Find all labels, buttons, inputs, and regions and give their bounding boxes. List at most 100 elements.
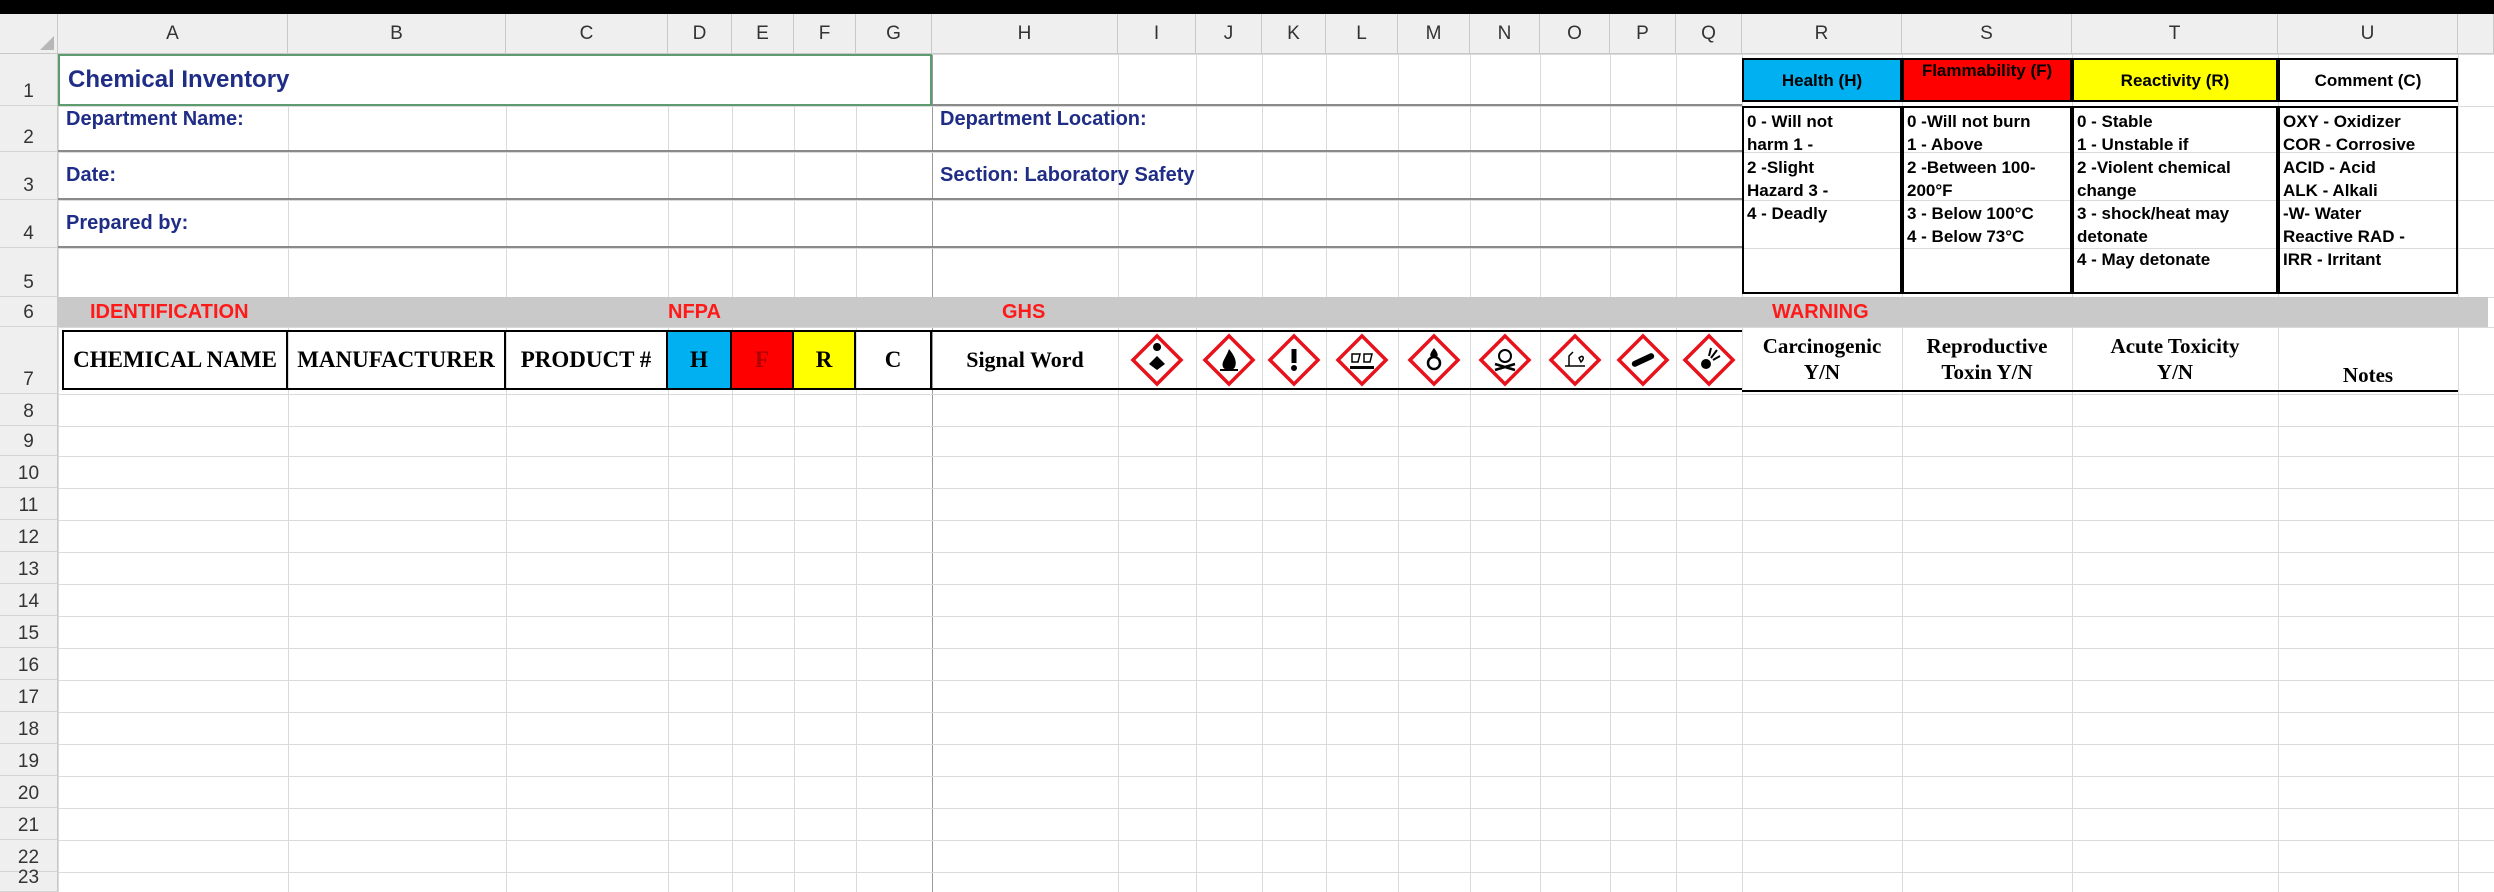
row-header-2[interactable]: 2: [0, 106, 58, 152]
row-header-16[interactable]: 16: [0, 648, 58, 680]
header-carcinogenic[interactable]: Carcinogenic Y/N: [1742, 328, 1902, 392]
section-label[interactable]: Section: Laboratory Safety: [932, 152, 1742, 200]
column-header-14[interactable]: N: [1470, 14, 1540, 54]
column-header-9[interactable]: I: [1118, 14, 1196, 54]
row-header-12[interactable]: 12: [0, 520, 58, 552]
ghs-pictogram-cell[interactable]: [1470, 330, 1540, 390]
section-identification[interactable]: IDENTIFICATION: [90, 297, 390, 327]
section-warning[interactable]: WARNING: [1772, 297, 1922, 327]
header-notes[interactable]: Notes: [2278, 328, 2458, 392]
column-header-17[interactable]: Q: [1676, 14, 1742, 54]
column-header-tail: [2458, 14, 2494, 54]
legend-reactivity-title[interactable]: Reactivity (R): [2072, 58, 2278, 102]
legend-comment-box[interactable]: OXY - Oxidizer COR - Corrosive ACID - Acid…: [2278, 106, 2458, 294]
row-header-21[interactable]: 21: [0, 808, 58, 840]
department-name-label[interactable]: Department Name:: [58, 106, 932, 152]
column-header-11[interactable]: K: [1262, 14, 1326, 54]
legend-health-title[interactable]: Health (H): [1742, 58, 1902, 102]
row-header-3[interactable]: 3: [0, 152, 58, 200]
ghs-pictogram-cell[interactable]: [1398, 330, 1470, 390]
row-header-4[interactable]: 4: [0, 200, 58, 248]
column-header-10[interactable]: J: [1196, 14, 1262, 54]
column-header-12[interactable]: L: [1326, 14, 1398, 54]
column-header-19[interactable]: S: [1902, 14, 2072, 54]
column-header-2[interactable]: B: [288, 14, 506, 54]
column-header-16[interactable]: P: [1610, 14, 1676, 54]
prepared-by-label[interactable]: Prepared by:: [58, 200, 932, 248]
column-header-5[interactable]: E: [732, 14, 794, 54]
carcinogenic-line2: Y/N: [1803, 360, 1841, 384]
row-header-8[interactable]: 8: [0, 394, 58, 426]
row-header-6[interactable]: 6: [0, 297, 58, 327]
legend-flammability-box[interactable]: 0 -Will not burn 1 - Above 2 -Between 100-…: [1902, 106, 2072, 294]
legend-line: Reactive RAD -: [2283, 227, 2405, 246]
column-header-3[interactable]: C: [506, 14, 668, 54]
ghs-pictogram-cell[interactable]: [1326, 330, 1398, 390]
section-nfpa[interactable]: NFPA: [668, 297, 768, 327]
header-nfpa-f[interactable]: F: [732, 330, 794, 390]
header-product-number[interactable]: PRODUCT #: [506, 330, 668, 390]
sheet-title[interactable]: Chemical Inventory: [58, 54, 932, 106]
row-header-17[interactable]: 17: [0, 680, 58, 712]
row-header-9[interactable]: 9: [0, 426, 58, 456]
header-acute-toxicity[interactable]: Acute Toxicity Y/N: [2072, 328, 2278, 392]
select-all-corner[interactable]: [0, 14, 58, 54]
row-header-19[interactable]: 19: [0, 744, 58, 776]
legend-health-box[interactable]: 0 - Will not harm 1 - 2 -Slight Hazard 3 - 4…: [1742, 106, 1902, 294]
column-header-4[interactable]: D: [668, 14, 732, 54]
row-header-11[interactable]: 11: [0, 488, 58, 520]
legend-line: 0 - Will not: [1747, 112, 1833, 131]
row-header-20[interactable]: 20: [0, 776, 58, 808]
ghs-pictogram-cell[interactable]: [1610, 330, 1676, 390]
row-header-18[interactable]: 18: [0, 712, 58, 744]
header-nfpa-r[interactable]: R: [794, 330, 856, 390]
column-header-21[interactable]: U: [2278, 14, 2458, 54]
row-header-5[interactable]: 5: [0, 248, 58, 297]
acute-line1: Acute Toxicity: [2110, 334, 2240, 358]
ghs-pictogram-cell[interactable]: [1196, 330, 1262, 390]
legend-line: detonate: [2077, 227, 2148, 246]
row-header-14[interactable]: 14: [0, 584, 58, 616]
row-header-1[interactable]: 1: [0, 54, 58, 106]
department-location-label[interactable]: Department Location:: [932, 106, 1742, 152]
column-header-1[interactable]: A: [58, 14, 288, 54]
acute-line2: Y/N: [2156, 360, 2194, 384]
column-header-8[interactable]: H: [932, 14, 1118, 54]
header-nfpa-h[interactable]: H: [668, 330, 732, 390]
row-header-23[interactable]: 23: [0, 867, 58, 892]
column-header-13[interactable]: M: [1398, 14, 1470, 54]
legend-comment-title[interactable]: Comment (C): [2278, 58, 2458, 102]
row-header-10[interactable]: 10: [0, 456, 58, 488]
column-header-6[interactable]: F: [794, 14, 856, 54]
row-header-13[interactable]: 13: [0, 552, 58, 584]
header-manufacturer[interactable]: MANUFACTURER: [288, 330, 506, 390]
legend-line: 0 - Stable: [2077, 112, 2153, 131]
header-reproductive[interactable]: Reproductive Toxin Y/N: [1902, 328, 2072, 392]
column-header-20[interactable]: T: [2072, 14, 2278, 54]
section-ghs[interactable]: GHS: [1002, 297, 1102, 327]
column-header-7[interactable]: G: [856, 14, 932, 54]
legend-line: 3 - Below 100°C: [1907, 204, 2034, 223]
legend-reactivity-box[interactable]: 0 - Stable 1 - Unstable if 2 -Violent chem…: [2072, 106, 2278, 294]
header-signal-word[interactable]: Signal Word: [932, 330, 1118, 390]
column-header-18[interactable]: R: [1742, 14, 1902, 54]
grid-row-line: [58, 680, 2494, 681]
grid-row-line: [58, 520, 2494, 521]
ghs-pictogram-cell[interactable]: [1540, 330, 1610, 390]
cell-h4[interactable]: [932, 200, 1742, 248]
header-nfpa-c[interactable]: C: [856, 330, 932, 390]
row-header-15[interactable]: 15: [0, 616, 58, 648]
cell-h1[interactable]: [932, 54, 1742, 106]
row-header-7[interactable]: 7: [0, 327, 58, 394]
date-label[interactable]: Date:: [58, 152, 932, 200]
ghs-pictogram-cell[interactable]: [1118, 330, 1196, 390]
environment-icon: [1548, 333, 1602, 387]
legend-line: OXY - Oxidizer: [2283, 112, 2401, 131]
health-hazard-icon: [1130, 333, 1184, 387]
ghs-pictogram-cell[interactable]: [1262, 330, 1326, 390]
ghs-pictogram-cell[interactable]: [1676, 330, 1742, 390]
column-header-15[interactable]: O: [1540, 14, 1610, 54]
section-band: [58, 297, 2488, 327]
header-chemical-name[interactable]: CHEMICAL NAME: [62, 330, 288, 390]
legend-flammability-title[interactable]: Flammability (F): [1902, 58, 2072, 102]
